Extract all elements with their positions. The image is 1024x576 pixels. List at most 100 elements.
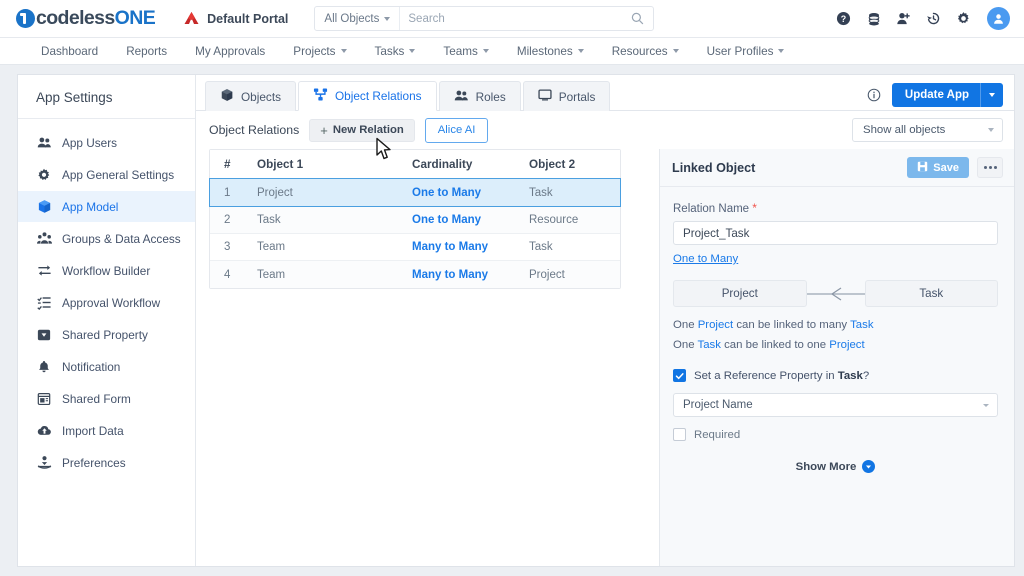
cardinality-link[interactable]: One to Many xyxy=(673,253,738,265)
update-app-dropdown-toggle[interactable] xyxy=(981,93,1003,97)
sidebar-item-shared-property[interactable]: Shared Property xyxy=(18,319,195,350)
diagram-right-object[interactable]: Task xyxy=(865,280,999,307)
alice-ai-button[interactable]: Alice AI xyxy=(425,118,489,143)
cell-object2: Task xyxy=(529,241,620,253)
sidebar-item-preferences[interactable]: Preferences xyxy=(18,447,195,478)
nav-item-dashboard[interactable]: Dashboard xyxy=(27,38,112,64)
brand-name-part1: codeless xyxy=(36,7,115,29)
nav-item-milestones[interactable]: Milestones xyxy=(503,38,598,64)
required-row[interactable]: Required xyxy=(673,428,998,441)
update-app-button[interactable]: Update App xyxy=(892,83,1003,107)
search-scope-dropdown[interactable]: All Objects xyxy=(315,7,400,30)
portal-selector[interactable]: Default Portal xyxy=(183,11,288,26)
brand-logo[interactable]: codelessONE xyxy=(16,7,155,30)
cloud-upload-icon xyxy=(36,423,52,439)
history-icon[interactable] xyxy=(925,10,942,27)
sidebar-item-import-data[interactable]: Import Data xyxy=(18,415,195,446)
cell-object2: Resource xyxy=(529,214,620,226)
sidebar-title: App Settings xyxy=(18,75,195,119)
cell-cardinality[interactable]: One to Many xyxy=(412,187,529,199)
cell-num: 2 xyxy=(210,214,257,226)
sidebar-item-app-general-settings[interactable]: App General Settings xyxy=(18,159,195,190)
panel-header: Linked Object Save xyxy=(660,149,1014,187)
relation-name-input[interactable] xyxy=(673,221,998,245)
database-icon[interactable] xyxy=(865,10,882,27)
relations-body: # Object 1 Cardinality Object 2 1 Projec… xyxy=(196,149,1014,566)
sidebar-item-app-users[interactable]: App Users xyxy=(18,127,195,158)
cell-cardinality[interactable]: One to Many xyxy=(412,214,529,226)
tab-roles[interactable]: Roles xyxy=(439,81,521,111)
cell-cardinality[interactable]: Many to Many xyxy=(412,241,529,253)
show-objects-select[interactable]: Show all objects xyxy=(852,118,1003,142)
search-input[interactable] xyxy=(400,13,627,25)
property-select[interactable]: Project Name xyxy=(673,393,998,417)
desc-object-a: Task xyxy=(698,339,721,351)
users-icon xyxy=(36,135,52,151)
desc-object-b: Task xyxy=(850,319,873,331)
tab-objects[interactable]: Objects xyxy=(205,81,296,111)
cell-object1: Task xyxy=(257,214,412,226)
cube-icon xyxy=(220,88,234,105)
diagram-left-object[interactable]: Project xyxy=(673,280,807,307)
user-avatar-icon[interactable] xyxy=(987,7,1010,30)
sidebar-item-app-model[interactable]: App Model xyxy=(18,191,195,222)
sidebar-item-approval-workflow[interactable]: Approval Workflow xyxy=(18,287,195,318)
nav-item-teams[interactable]: Teams xyxy=(429,38,502,64)
sidebar-item-notification[interactable]: Notification xyxy=(18,351,195,382)
ref-suffix: ? xyxy=(863,370,869,382)
relation-diagram: Project Task xyxy=(673,280,998,307)
sidebar-item-label: Notification xyxy=(62,360,120,374)
sidebar-item-shared-form[interactable]: Shared Form xyxy=(18,383,195,414)
cell-object1: Project xyxy=(257,187,412,199)
chevron-down-icon xyxy=(483,49,489,53)
sidebar-item-label: App Users xyxy=(62,136,117,150)
table-header-row: # Object 1 Cardinality Object 2 xyxy=(210,150,620,179)
cube-icon xyxy=(36,199,52,215)
show-more-button[interactable]: Show More xyxy=(673,460,998,473)
panel-more-button[interactable] xyxy=(977,157,1003,178)
reference-property-row[interactable]: Set a Reference Property in Task? xyxy=(673,369,998,382)
info-icon[interactable] xyxy=(867,88,881,102)
search-icon[interactable] xyxy=(627,12,653,25)
tab-object-relations[interactable]: Object Relations xyxy=(298,81,437,111)
main-content: Objects Object Relations Roles Portals xyxy=(196,75,1014,566)
panel-form: Relation Name * One to Many Project Task xyxy=(660,187,1014,566)
update-app-label: Update App xyxy=(905,89,980,101)
sidebar-item-label: Shared Form xyxy=(62,392,131,406)
help-icon[interactable]: ? xyxy=(835,10,852,27)
linked-object-panel: Linked Object Save xyxy=(659,149,1014,566)
nav-label: Tasks xyxy=(375,45,405,58)
cell-cardinality[interactable]: Many to Many xyxy=(412,269,529,281)
table-row[interactable]: 1 Project One to Many Task xyxy=(209,178,621,207)
add-user-icon[interactable] xyxy=(895,10,912,27)
table-row[interactable]: 2 Task One to Many Resource xyxy=(210,207,620,234)
nav-item-my-approvals[interactable]: My Approvals xyxy=(181,38,279,64)
bell-icon xyxy=(36,359,52,375)
save-button[interactable]: Save xyxy=(907,157,969,178)
required-checkbox[interactable] xyxy=(673,428,686,441)
reference-property-checkbox[interactable] xyxy=(673,369,686,382)
nav-item-user-profiles[interactable]: User Profiles xyxy=(693,38,799,64)
gear-icon xyxy=(36,167,52,183)
nav-item-projects[interactable]: Projects xyxy=(279,38,360,64)
gear-icon[interactable] xyxy=(955,10,972,27)
sidebar-item-workflow-builder[interactable]: Workflow Builder xyxy=(18,255,195,286)
new-relation-label: New Relation xyxy=(333,124,404,136)
table-row[interactable]: 4 Team Many to Many Project xyxy=(210,261,620,288)
monitor-icon xyxy=(538,88,552,105)
sidebar-item-label: Shared Property xyxy=(62,328,148,342)
users-icon xyxy=(454,88,469,106)
tab-bar: Objects Object Relations Roles Portals xyxy=(196,75,1014,111)
cell-num: 1 xyxy=(210,187,257,199)
nav-item-reports[interactable]: Reports xyxy=(112,38,181,64)
table-row[interactable]: 3 Team Many to Many Task xyxy=(210,234,620,261)
nav-item-tasks[interactable]: Tasks xyxy=(361,38,430,64)
desc-prefix: One xyxy=(673,339,698,351)
chevron-down-icon xyxy=(673,49,679,53)
sidebar-item-groups-data-access[interactable]: Groups & Data Access xyxy=(18,223,195,254)
relations-toolbar: Object Relations + New Relation Alice AI… xyxy=(196,111,1014,149)
tab-portals[interactable]: Portals xyxy=(523,81,611,111)
nav-item-resources[interactable]: Resources xyxy=(598,38,693,64)
new-relation-button[interactable]: + New Relation xyxy=(309,119,415,142)
ref-target: Task xyxy=(838,370,863,382)
